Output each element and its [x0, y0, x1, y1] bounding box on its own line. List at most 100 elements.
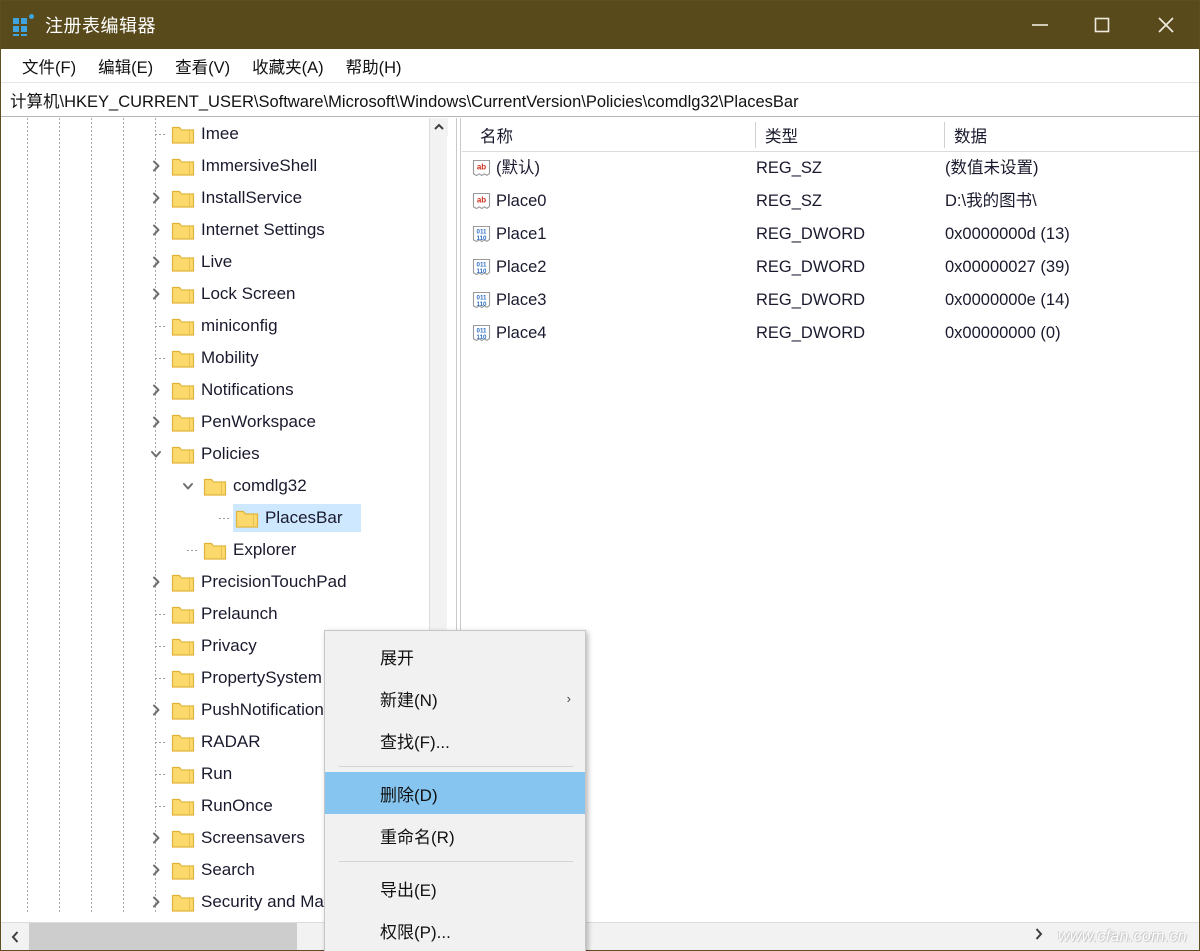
value-row[interactable]: 011110Place2REG_DWORD0x00000027 (39)	[462, 251, 1199, 284]
column-header-data[interactable]: 数据	[944, 118, 1194, 152]
value-data: D:\我的图书\	[945, 185, 1037, 218]
context-menu-item[interactable]: 权限(P)...	[325, 909, 585, 951]
chevron-right-icon[interactable]	[143, 886, 169, 913]
tree-item-label: RADAR	[201, 726, 261, 758]
tree-item-label: Prelaunch	[201, 598, 278, 630]
folder-icon	[171, 316, 195, 337]
chevron-right-icon[interactable]	[143, 246, 169, 278]
value-type: REG_DWORD	[756, 218, 865, 251]
chevron-right-icon[interactable]	[143, 566, 169, 598]
chevron-up-icon[interactable]	[430, 118, 448, 136]
folder-icon	[171, 188, 195, 209]
tree-hscroll-thumb[interactable]	[29, 923, 297, 950]
menu-item-file[interactable]: 文件(F)	[11, 51, 87, 81]
menu-item-help[interactable]: 帮助(H)	[335, 51, 413, 81]
tree-item[interactable]: miniconfig	[1, 310, 429, 342]
address-bar[interactable]: 计算机\HKEY_CURRENT_USER\Software\Microsoft…	[1, 84, 1199, 117]
chevron-right-icon[interactable]	[143, 822, 169, 854]
svg-text:011110: 011110	[477, 261, 488, 274]
chevron-right-icon[interactable]	[143, 694, 169, 726]
chevron-right-icon[interactable]	[1033, 927, 1044, 946]
string-value-icon: ab	[471, 191, 492, 212]
tree-item[interactable]: PenWorkspace	[1, 406, 429, 438]
tree-item[interactable]: Policies	[1, 438, 429, 470]
menu-item-favorites[interactable]: 收藏夹(A)	[241, 51, 335, 81]
chevron-right-icon[interactable]	[143, 854, 169, 886]
tree-item[interactable]: ImmersiveShell	[1, 150, 429, 182]
tree-item[interactable]: comdlg32	[1, 470, 429, 502]
maximize-button[interactable]	[1071, 1, 1133, 49]
context-menu-item-label: 新建(N)	[380, 686, 438, 711]
tree-guide-stub	[155, 646, 166, 647]
value-row[interactable]: 011110Place4REG_DWORD0x00000000 (0)	[462, 317, 1199, 350]
chevron-down-icon[interactable]	[143, 438, 169, 470]
tree-item-label: Imee	[201, 118, 239, 150]
tree-item-selected[interactable]: PlacesBar	[1, 502, 429, 534]
menu-item-edit[interactable]: 编辑(E)	[87, 51, 164, 81]
context-menu-item[interactable]: 重命名(R)	[325, 814, 585, 856]
tree-guide-stub	[155, 326, 166, 327]
column-header-name[interactable]: 名称	[470, 118, 755, 152]
chevron-right-icon[interactable]	[143, 374, 169, 406]
value-data: 0x0000000e (14)	[945, 284, 1070, 317]
value-name: Place2	[496, 251, 546, 284]
folder-icon	[171, 412, 195, 433]
tree-item[interactable]: InstallService	[1, 182, 429, 214]
chevron-right-icon[interactable]	[143, 406, 169, 438]
context-menu-separator	[339, 861, 573, 862]
value-type: REG_DWORD	[756, 251, 865, 284]
values-list[interactable]: ab(默认)REG_SZ(数值未设置)abPlace0REG_SZD:\我的图书…	[462, 152, 1199, 350]
context-menu-item[interactable]: 删除(D)	[325, 772, 585, 814]
tree-item[interactable]: Mobility	[1, 342, 429, 374]
tree-item[interactable]: Lock Screen	[1, 278, 429, 310]
chevron-right-icon[interactable]	[143, 182, 169, 214]
context-menu-item[interactable]: 新建(N)›	[325, 677, 585, 719]
minimize-button[interactable]	[1009, 1, 1071, 49]
close-button[interactable]	[1133, 1, 1199, 49]
window-controls	[1009, 1, 1199, 49]
tree-guide-stub	[219, 518, 230, 519]
menu-item-view[interactable]: 查看(V)	[164, 51, 241, 81]
chevron-down-icon[interactable]	[175, 470, 201, 502]
registry-path: 计算机\HKEY_CURRENT_USER\Software\Microsoft…	[10, 88, 799, 112]
tree-item[interactable]: Notifications	[1, 374, 429, 406]
value-type: REG_SZ	[756, 185, 822, 218]
context-menu-item[interactable]: 展开	[325, 635, 585, 677]
svg-text:011110: 011110	[477, 327, 488, 340]
chevron-left-icon[interactable]	[1, 923, 29, 950]
folder-icon	[171, 860, 195, 881]
folder-icon	[171, 124, 195, 145]
folder-icon	[171, 700, 195, 721]
tree-item[interactable]: Imee	[1, 118, 429, 150]
column-header-type[interactable]: 类型	[755, 118, 944, 152]
tree-item[interactable]: Explorer	[1, 534, 429, 566]
folder-icon	[203, 476, 227, 497]
value-row[interactable]: abPlace0 REG_SZ D:\我的图书\	[462, 185, 1199, 218]
context-menu-item[interactable]: 导出(E)	[325, 867, 585, 909]
tree-guide-stub	[155, 358, 166, 359]
value-name: (默认)	[496, 152, 540, 185]
folder-icon	[171, 764, 195, 785]
chevron-right-icon[interactable]	[143, 214, 169, 246]
value-row[interactable]: 011110Place3REG_DWORD0x0000000e (14)	[462, 284, 1199, 317]
context-menu[interactable]: 展开新建(N)›查找(F)... 删除(D)重命名(R) 导出(E) 权限(P)...…	[324, 630, 586, 951]
tree-item[interactable]: Live	[1, 246, 429, 278]
registry-editor-window: 注册表编辑器 文件(F) 编辑(E) 查看(V) 收藏夹(A) 帮助(H) 计算…	[0, 0, 1200, 951]
folder-icon	[171, 252, 195, 273]
tree-item-label: Screensavers	[201, 822, 305, 854]
tree-item[interactable]: Internet Settings	[1, 214, 429, 246]
chevron-right-icon[interactable]	[143, 150, 169, 182]
value-row[interactable]: ab(默认)REG_SZ(数值未设置)	[462, 152, 1199, 185]
context-menu-item-label: 导出(E)	[380, 876, 437, 901]
dword-value-icon: 011110	[471, 224, 492, 245]
value-type: REG_DWORD	[756, 284, 865, 317]
value-row[interactable]: 011110Place1REG_DWORD0x0000000d (13)	[462, 218, 1199, 251]
tree-item[interactable]: Prelaunch	[1, 598, 429, 630]
value-name: Place3	[496, 284, 546, 317]
tree-item-label: Policies	[201, 438, 260, 470]
chevron-right-icon[interactable]	[143, 278, 169, 310]
context-menu-item[interactable]: 查找(F)...	[325, 719, 585, 761]
value-name: Place0	[496, 185, 546, 218]
string-value-icon: ab	[471, 158, 492, 179]
tree-item[interactable]: PrecisionTouchPad	[1, 566, 429, 598]
